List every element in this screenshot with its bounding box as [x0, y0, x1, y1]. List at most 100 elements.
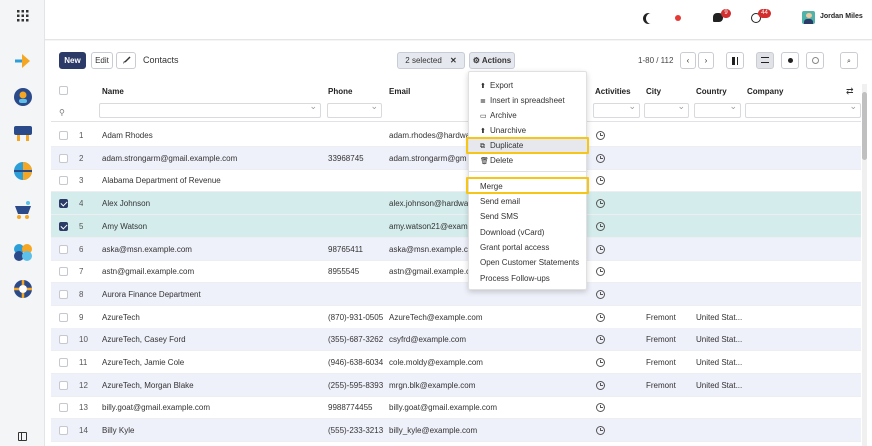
sidebar-app-settings-icon[interactable]: [12, 278, 34, 300]
activity-clock-icon[interactable]: [596, 267, 605, 277]
row-checkbox[interactable]: [59, 335, 68, 345]
dark-mode-icon[interactable]: [646, 13, 657, 24]
optional-columns-icon[interactable]: ⇄: [846, 86, 854, 97]
table-row[interactable]: 6 aska@msn.example.com 98765411 aska@msn.ex…: [51, 237, 861, 261]
row-checkbox[interactable]: [59, 244, 68, 254]
cell-email[interactable]: csyfrd@example.com: [389, 328, 589, 351]
row-checkbox[interactable]: [59, 380, 68, 390]
cell-email[interactable]: billy_kyle@example.com: [389, 419, 589, 442]
cell-phone[interactable]: (946)-638-6034: [328, 351, 388, 374]
selection-badge[interactable]: 2 selected ✕: [397, 52, 465, 69]
filter-phone[interactable]: [327, 101, 382, 118]
menu-item-download-vcard[interactable]: Download (vCard): [469, 225, 588, 240]
vertical-scrollbar[interactable]: [862, 84, 867, 446]
search-toggle-button[interactable]: ⌕: [840, 52, 858, 69]
table-row[interactable]: 2 adam.strongarm@gmail.example.com 3396874…: [51, 146, 861, 170]
cell-city[interactable]: Fremont: [646, 374, 694, 397]
activity-clock-icon[interactable]: [596, 176, 605, 186]
column-header-activities[interactable]: Activities: [595, 87, 631, 96]
menu-item-process-followups[interactable]: Process Follow-ups: [469, 271, 588, 286]
row-checkbox[interactable]: [59, 267, 68, 277]
cell-name[interactable]: Billy Kyle: [102, 419, 322, 442]
sidebar-app-discuss-icon[interactable]: [12, 50, 34, 72]
sidebar-collapse-icon[interactable]: [18, 432, 27, 441]
filter-name[interactable]: [99, 101, 321, 118]
cell-city[interactable]: Fremont: [646, 328, 694, 351]
pager-prev-button[interactable]: ‹: [680, 52, 696, 69]
cell-phone[interactable]: 8955545: [328, 260, 388, 283]
cell-name[interactable]: Alabama Department of Revenue: [102, 169, 322, 192]
row-checkbox[interactable]: [59, 199, 68, 209]
table-row[interactable]: 7 astn@gmail.example.com 8955545 astn@gmail…: [51, 260, 861, 284]
row-checkbox[interactable]: [59, 221, 68, 231]
table-row[interactable]: 12 AzureTech, Morgan Blake (255)-595-8393 m…: [51, 373, 861, 397]
cell-country[interactable]: United Stat...: [696, 374, 746, 397]
column-header-country[interactable]: Country: [696, 87, 727, 96]
cell-name[interactable]: Amy Watson: [102, 215, 322, 238]
table-row[interactable]: 11 AzureTech, Jamie Cole (946)-638-6034 col…: [51, 351, 861, 374]
table-row[interactable]: 9 AzureTech (870)-931-0505 AzureTech@exampl…: [51, 306, 861, 329]
cell-name[interactable]: aska@msn.example.com: [102, 238, 322, 261]
activity-clock-icon[interactable]: [596, 153, 605, 163]
cell-name[interactable]: adam.strongarm@gmail.example.com: [102, 147, 322, 170]
actions-button[interactable]: ⚙ Actions: [469, 52, 515, 69]
cell-phone[interactable]: 33968745: [328, 147, 388, 170]
select-all-checkbox[interactable]: [59, 86, 68, 95]
menu-item-delete[interactable]: 🗑Delete: [469, 153, 588, 168]
column-header-city[interactable]: City: [646, 87, 661, 96]
table-row[interactable]: 4 Alex Johnson alex.johnson@hardwa: [51, 192, 861, 216]
menu-item-unarchive[interactable]: ⬆ Unarchive: [469, 123, 588, 138]
sidebar-app-crm-icon[interactable]: [12, 241, 34, 263]
row-checkbox[interactable]: [59, 312, 68, 322]
cell-phone[interactable]: 9988774455: [328, 396, 388, 419]
new-button[interactable]: New: [59, 52, 86, 69]
column-header-name[interactable]: Name: [102, 87, 124, 96]
cell-country[interactable]: United Stat...: [696, 306, 746, 329]
filter-company[interactable]: [745, 101, 861, 118]
view-map-button[interactable]: [781, 52, 799, 69]
view-list-button[interactable]: [756, 52, 774, 69]
cell-email[interactable]: billy.goat@gmail.example.com: [389, 396, 589, 419]
column-header-email[interactable]: Email: [389, 87, 410, 96]
activity-clock-icon[interactable]: [596, 312, 605, 322]
scrollbar-thumb[interactable]: [862, 92, 867, 160]
cell-phone[interactable]: (255)-595-8393: [328, 374, 388, 397]
apps-grid-icon[interactable]: [17, 10, 29, 22]
menu-item-grant-portal[interactable]: Grant portal access: [469, 240, 588, 255]
activity-clock-icon[interactable]: [596, 426, 605, 436]
activity-clock-icon[interactable]: [596, 244, 605, 254]
cell-city[interactable]: Fremont: [646, 306, 694, 329]
activity-clock-icon[interactable]: [596, 131, 605, 140]
column-header-phone[interactable]: Phone: [328, 87, 352, 96]
cell-email[interactable]: cole.moldy@example.com: [389, 351, 589, 374]
filter-icon[interactable]: ⚲: [59, 108, 65, 117]
cell-country[interactable]: United Stat...: [696, 328, 746, 351]
menu-item-send-sms[interactable]: Send SMS: [469, 209, 588, 224]
table-row[interactable]: 1 Adam Rhodes adam.rhodes@hardwa: [51, 124, 861, 147]
cell-phone[interactable]: 98765411: [328, 238, 388, 261]
cell-phone[interactable]: (355)-687-3262: [328, 328, 388, 351]
cell-name[interactable]: AzureTech: [102, 306, 322, 329]
row-checkbox[interactable]: [59, 426, 68, 436]
activity-clock-icon[interactable]: [596, 380, 605, 390]
activity-clock-icon[interactable]: [596, 221, 605, 231]
brush-button[interactable]: [116, 52, 136, 69]
table-row[interactable]: 3 Alabama Department of Revenue: [51, 169, 861, 193]
filter-activities[interactable]: [593, 101, 640, 118]
activity-clock-icon[interactable]: [596, 403, 605, 413]
cell-name[interactable]: Adam Rhodes: [102, 124, 322, 147]
cell-name[interactable]: billy.goat@gmail.example.com: [102, 396, 322, 419]
cell-name[interactable]: AzureTech, Morgan Blake: [102, 374, 322, 397]
cell-name[interactable]: astn@gmail.example.com: [102, 260, 322, 283]
table-row[interactable]: 8 Aurora Finance Department: [51, 282, 861, 306]
pager-next-button[interactable]: ›: [698, 52, 714, 69]
menu-item-send-email[interactable]: Send email: [469, 194, 588, 209]
menu-item-customer-statements[interactable]: Open Customer Statements: [469, 255, 588, 270]
menu-item-insert-spreadsheet[interactable]: ≣ Insert in spreadsheet: [469, 93, 588, 108]
cell-name[interactable]: AzureTech, Jamie Cole: [102, 351, 322, 374]
sidebar-app-pos-icon[interactable]: [12, 122, 34, 144]
row-checkbox[interactable]: [59, 153, 68, 163]
activity-clock-icon[interactable]: [596, 289, 605, 299]
row-checkbox[interactable]: [59, 131, 68, 140]
table-row[interactable]: 5 Amy Watson amy.watson21@examp: [51, 214, 861, 238]
